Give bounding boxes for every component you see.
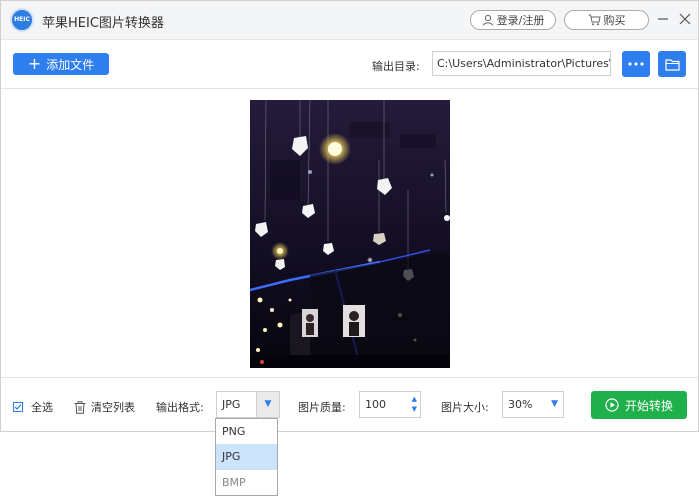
start-convert-button[interactable]: 开始转换 [591,391,687,419]
add-file-button[interactable]: + 添加文件 [13,53,109,75]
format-select[interactable]: JPG ▼ [216,391,280,418]
folder-icon [664,58,680,71]
plus-icon: + [27,54,42,73]
select-all-checkbox[interactable]: 全选 [13,399,53,415]
format-option-bmp[interactable]: BMP [216,470,277,495]
output-path-field[interactable]: C:\Users\Administrator\Pictures\ [432,51,611,76]
quality-stepper[interactable]: 100 ▲ ▼ [359,391,421,418]
size-select-value: 30% [508,398,533,411]
size-select[interactable]: 30% ▼ [502,391,564,418]
user-icon [482,14,493,26]
format-dropdown-list: PNG JPG BMP [215,418,278,496]
quality-value: 100 [365,398,386,411]
app-window: HEIC 苹果HEIC图片转换器 登录/注册 购买 + 添加文件 输出目录: C… [0,0,699,432]
format-option-png[interactable]: PNG [216,419,277,444]
size-label: 图片大小: [441,401,489,414]
cart-icon [588,14,601,26]
dropdown-arrow-icon[interactable]: ▼ [256,392,279,417]
app-title: 苹果HEIC图片转换器 [42,16,164,31]
buy-button[interactable]: 购买 [564,10,649,30]
close-icon[interactable] [678,12,692,26]
open-folder-button[interactable] [658,51,686,77]
output-dir-label: 输出目录: [372,60,420,73]
format-select-value: JPG [222,398,241,411]
format-label: 输出格式: [156,401,204,414]
select-all-label: 全选 [31,401,53,414]
preview-photo [250,100,450,368]
stepper-arrows-icon[interactable]: ▲ ▼ [412,394,417,414]
quality-label: 图片质量: [298,401,346,414]
add-file-label: 添加文件 [46,57,95,72]
checkbox-checked-icon [13,402,23,412]
start-convert-label: 开始转换 [624,398,673,413]
more-button[interactable] [622,51,650,77]
image-preview [250,100,450,368]
login-button[interactable]: 登录/注册 [470,10,556,30]
play-circle-icon [605,398,619,412]
buy-label: 购买 [603,14,626,27]
dropdown-arrow-icon[interactable]: ▼ [551,392,558,417]
toolbar-divider [1,88,698,89]
clear-list-label: 清空列表 [91,401,135,414]
bottom-divider [1,377,698,378]
format-option-jpg[interactable]: JPG [216,444,277,470]
login-label: 登录/注册 [496,14,545,27]
ellipsis-icon [628,62,644,66]
app-logo: HEIC [10,8,34,32]
title-bar: HEIC 苹果HEIC图片转换器 登录/注册 购买 [1,1,698,40]
trash-icon [74,400,86,414]
minimize-icon[interactable] [656,12,670,26]
clear-list-button[interactable]: 清空列表 [74,399,135,415]
